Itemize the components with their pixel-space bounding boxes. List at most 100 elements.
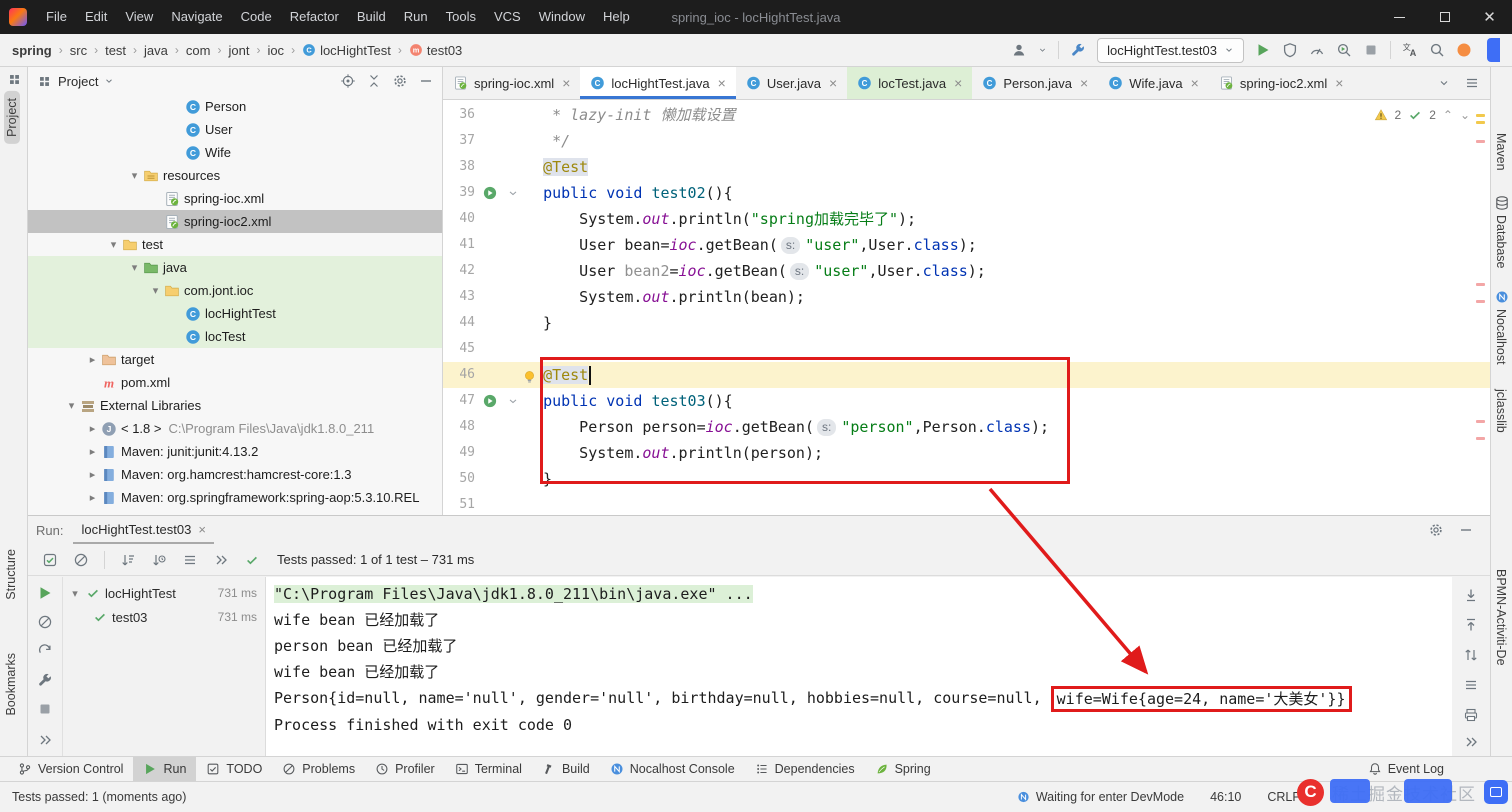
caret-position[interactable]: 46:10 — [1210, 790, 1241, 804]
profiler-icon[interactable] — [1309, 42, 1325, 58]
run-configuration-selector[interactable]: locHightTest.test03 — [1097, 37, 1244, 63]
project-row-spring-ioc-xml[interactable]: spring-ioc.xml — [28, 187, 442, 210]
translate-icon[interactable]: 文A — [1402, 42, 1418, 58]
collapse-all-icon[interactable] — [366, 73, 382, 89]
tool-strip-maven[interactable]: Maven — [1494, 133, 1508, 171]
chevron-down-icon[interactable] — [1038, 42, 1047, 58]
project-row-resources[interactable]: ▾ resources — [28, 164, 442, 187]
chevron-expanded-icon[interactable]: ▾ — [105, 238, 122, 251]
hide-panel-icon[interactable] — [418, 73, 434, 89]
editor-tab-person-java[interactable]: C Person.java × — [972, 67, 1098, 99]
close-tab-icon[interactable]: × — [829, 75, 837, 91]
fold-marker-icon[interactable] — [503, 180, 523, 206]
tool-strip-structure[interactable]: Structure — [4, 549, 18, 600]
run-tab[interactable]: locHightTest.test03 × — [73, 516, 214, 544]
code-line-44[interactable]: 44 } — [443, 310, 1490, 336]
close-window-button[interactable]: ✕ — [1467, 0, 1512, 34]
coverage-icon[interactable] — [1282, 42, 1298, 58]
breadcrumb-lochighttest[interactable]: ClocHightTest — [302, 43, 391, 58]
gear-icon[interactable] — [392, 73, 408, 89]
editor-tab-lochighttest-java[interactable]: ClocHightTest.java × — [580, 67, 736, 99]
project-row-maven-org-springframework-spring-aop-5-3-10-rel[interactable]: ▸ Maven: org.springframework:spring-aop:5… — [28, 486, 442, 509]
menu-edit[interactable]: Edit — [76, 0, 116, 34]
code-line-51[interactable]: 51 — [443, 492, 1490, 515]
toolwindow-button-todo[interactable]: TODO — [196, 757, 272, 781]
code-line-49[interactable]: 49 System.out.println(person); — [443, 440, 1490, 466]
menu-view[interactable]: View — [116, 0, 162, 34]
toolwindow-button-problems[interactable]: Problems — [272, 757, 365, 781]
chevron-collapsed-icon[interactable]: ▸ — [84, 468, 101, 481]
toolwindow-button-dependencies[interactable]: Dependencies — [745, 757, 865, 781]
project-row-loctest[interactable]: ClocTest — [28, 325, 442, 348]
code-line-47[interactable]: 47 public void test03(){ — [443, 388, 1490, 414]
code-line-42[interactable]: 42 User bean2=ioc.getBean(s: "user",User.… — [443, 258, 1490, 284]
translate-plugin-chip[interactable] — [1487, 38, 1500, 62]
rerun-tests-icon[interactable] — [37, 585, 53, 601]
breadcrumb-spring[interactable]: spring — [12, 43, 52, 58]
prev-problem-icon[interactable]: ⌃ — [1443, 108, 1453, 122]
chevron-collapsed-icon[interactable]: ▸ — [84, 353, 101, 366]
locate-file-icon[interactable] — [340, 73, 356, 89]
hide-panel-icon[interactable] — [1458, 522, 1474, 538]
chevron-expanded-icon[interactable]: ▾ — [63, 399, 80, 412]
project-row-com-jont-ioc[interactable]: ▾ com.jont.ioc — [28, 279, 442, 302]
code-line-40[interactable]: 40 System.out.println("spring加载完毕了"); — [443, 206, 1490, 232]
tool-strip-nocalhost[interactable]: Nocalhost — [1494, 309, 1508, 365]
stripe-mark[interactable] — [1476, 140, 1485, 143]
run-test-gutter-icon[interactable] — [477, 388, 503, 414]
chevron-expanded-icon[interactable]: ▾ — [69, 587, 81, 600]
menu-vcs[interactable]: VCS — [485, 0, 530, 34]
toolwindow-button-profiler[interactable]: Profiler — [365, 757, 445, 781]
chevron-collapsed-icon[interactable]: ▸ — [84, 422, 101, 435]
next-problem-icon[interactable]: ⌄ — [1460, 108, 1470, 122]
chevron-collapsed-icon[interactable]: ▸ — [84, 491, 101, 504]
project-row-maven-org-hamcrest-hamcrest-core-1-3[interactable]: ▸ Maven: org.hamcrest:hamcrest-core:1.3 — [28, 463, 442, 486]
chevron-expanded-icon[interactable]: ▾ — [126, 261, 143, 274]
editor-tab-spring-ioc-xml[interactable]: spring-ioc.xml × — [443, 67, 580, 99]
breadcrumb-ioc[interactable]: ioc — [267, 43, 284, 58]
chevron-collapsed-icon[interactable]: ▸ — [84, 445, 101, 458]
show-passed-icon[interactable] — [42, 552, 58, 568]
code-with-me-icon[interactable] — [1011, 42, 1027, 58]
editor-options-icon[interactable] — [1464, 75, 1480, 91]
toolwindow-button-run[interactable]: Run — [133, 757, 197, 781]
close-tab-icon[interactable]: × — [718, 75, 726, 91]
swap-icon[interactable] — [1463, 647, 1479, 663]
chevron-expanded-icon[interactable]: ▾ — [126, 169, 143, 182]
build-wrench-icon[interactable] — [1070, 42, 1086, 58]
stripe-mark[interactable] — [1476, 300, 1485, 303]
line-separator[interactable]: CRLF — [1267, 790, 1300, 804]
minimize-window-button[interactable] — [1377, 0, 1422, 34]
project-row-person[interactable]: C Person — [28, 95, 442, 118]
sort-by-duration-icon[interactable] — [151, 552, 167, 568]
code-editor[interactable]: 36 * lazy-init 懒加载设置 37 */38 @Test 39 publ… — [443, 100, 1490, 515]
database-icon[interactable] — [1494, 195, 1510, 211]
test-tree-row-lochighttest[interactable]: ▾ locHightTest 731 ms — [63, 581, 265, 605]
close-tab-icon[interactable]: × — [198, 522, 206, 537]
run-button[interactable] — [1255, 42, 1271, 58]
menu-help[interactable]: Help — [594, 0, 639, 34]
breadcrumb-src[interactable]: src — [70, 43, 87, 58]
code-line-48[interactable]: 48 Person person=ioc.getBean(s: "person",… — [443, 414, 1490, 440]
breadcrumb-jont[interactable]: jont — [228, 43, 249, 58]
scroll-down-icon[interactable] — [1463, 587, 1479, 603]
more-icon[interactable] — [37, 732, 53, 748]
project-row-lochighttest[interactable]: ClocHightTest — [28, 302, 442, 325]
devmode-text[interactable]: Waiting for enter DevMode — [1036, 790, 1184, 804]
scroll-up-icon[interactable] — [1463, 617, 1479, 633]
test-options-icon[interactable] — [182, 552, 198, 568]
code-line-38[interactable]: 38 @Test — [443, 154, 1490, 180]
show-ignored-icon[interactable] — [73, 552, 89, 568]
menu-refactor[interactable]: Refactor — [281, 0, 348, 34]
tool-strip-database[interactable]: Database — [1494, 215, 1508, 269]
project-row-java[interactable]: ▾ java — [28, 256, 442, 279]
test-settings-icon[interactable] — [37, 672, 53, 688]
menu-code[interactable]: Code — [232, 0, 281, 34]
stripe-mark[interactable] — [1476, 420, 1485, 423]
menu-window[interactable]: Window — [530, 0, 594, 34]
breadcrumb-java[interactable]: java — [144, 43, 168, 58]
tool-strip-jclasslib[interactable]: jclasslib — [1494, 389, 1508, 433]
more-actions-icon[interactable] — [213, 552, 229, 568]
run-anything-icon[interactable] — [1336, 42, 1352, 58]
status-tests-text[interactable]: Tests passed: 1 (moments ago) — [12, 790, 186, 804]
